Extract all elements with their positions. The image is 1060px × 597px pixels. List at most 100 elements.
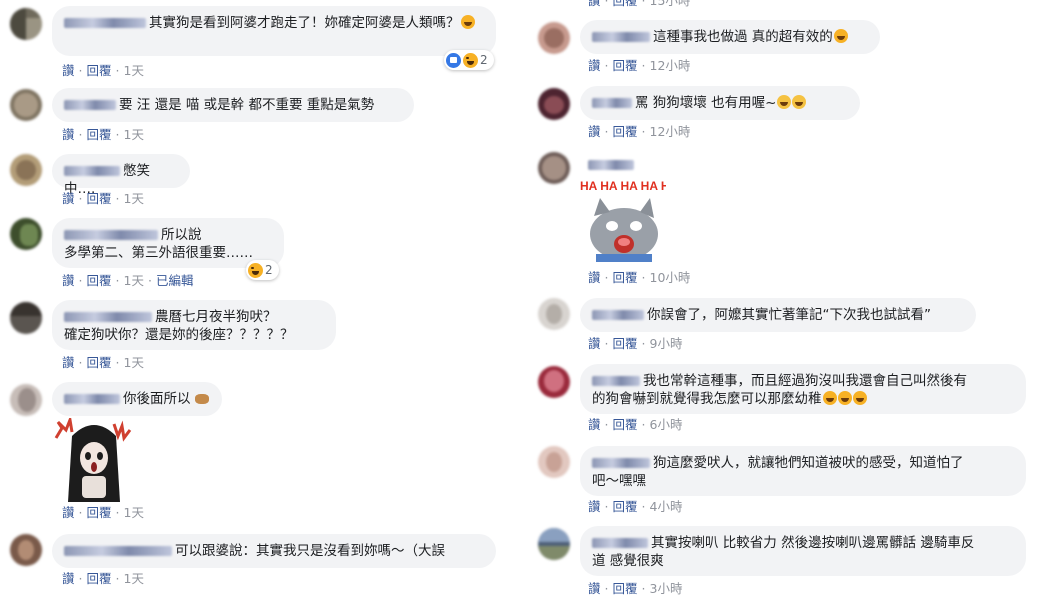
- reaction-count: 2: [265, 263, 273, 277]
- reply-link[interactable]: 回覆: [87, 355, 112, 370]
- comment-text: 可以跟婆說：其實我只是沒看到妳嗎～（大誤: [175, 543, 445, 559]
- commenter-name[interactable]: [592, 310, 644, 320]
- haha-reaction-icon: [463, 52, 478, 68]
- reaction-summary[interactable]: 2: [246, 260, 279, 280]
- like-link[interactable]: 讚: [588, 581, 601, 596]
- reply-link[interactable]: 回覆: [613, 270, 638, 285]
- edited-label[interactable]: 已編輯: [156, 273, 194, 288]
- commenter-name[interactable]: [592, 32, 650, 42]
- comment-time[interactable]: 12小時: [650, 58, 691, 73]
- avatar[interactable]: [10, 534, 42, 566]
- comment-text: 其實狗是看到阿婆才跑走了！妳確定阿婆是人類嗎？: [149, 15, 460, 31]
- like-link[interactable]: 讚: [62, 191, 75, 206]
- commenter-name[interactable]: [64, 166, 120, 176]
- comment-bubble: 農曆七月夜半狗吠？ 確定狗吠你？還是妳的後座？？？？？: [52, 300, 336, 350]
- reply-link[interactable]: 回覆: [613, 124, 638, 139]
- commenter-name[interactable]: [592, 98, 632, 108]
- avatar[interactable]: [10, 384, 42, 416]
- avatar[interactable]: [538, 88, 570, 120]
- reply-link[interactable]: 回覆: [613, 58, 638, 73]
- like-link[interactable]: 讚: [62, 63, 75, 78]
- reaction-summary[interactable]: 2: [444, 50, 494, 70]
- comment-time[interactable]: 1天: [124, 191, 144, 206]
- reply-link[interactable]: 回覆: [87, 571, 112, 586]
- comment-text: 你誤會了，阿嬤其實忙著筆記“下次我也試試看”: [647, 307, 931, 323]
- avatar[interactable]: [538, 152, 570, 184]
- reply-link[interactable]: 回覆: [613, 0, 638, 8]
- reply-link[interactable]: 回覆: [87, 505, 112, 520]
- comment-bubble: 可以跟婆說：其實我只是沒看到妳嗎～（大誤: [52, 534, 496, 568]
- avatar[interactable]: [538, 298, 570, 330]
- comment-actions: 讚 · 回覆 · 1天: [62, 63, 144, 78]
- avatar[interactable]: [10, 154, 42, 186]
- comment-time[interactable]: 9小時: [650, 336, 683, 351]
- comment-time[interactable]: 15小時: [650, 0, 691, 8]
- reply-link[interactable]: 回覆: [613, 499, 638, 514]
- reply-link[interactable]: 回覆: [87, 63, 112, 78]
- avatar[interactable]: [538, 366, 570, 398]
- avatar[interactable]: [538, 446, 570, 478]
- commenter-name[interactable]: [592, 376, 640, 386]
- commenter-name[interactable]: [64, 546, 172, 556]
- comment-bubble: 其實狗是看到阿婆才跑走了！妳確定阿婆是人類嗎？: [52, 6, 496, 56]
- commenter-name[interactable]: [64, 394, 120, 404]
- avatar[interactable]: [538, 528, 570, 560]
- commenter-name[interactable]: [588, 160, 634, 170]
- commenter-name[interactable]: [64, 18, 146, 28]
- comment-time[interactable]: 3小時: [650, 581, 683, 596]
- comment-text: 農曆七月夜半狗吠？: [155, 309, 277, 325]
- like-link[interactable]: 讚: [62, 571, 75, 586]
- avatar[interactable]: [538, 22, 570, 54]
- commenter-name[interactable]: [64, 230, 158, 240]
- like-link[interactable]: 讚: [588, 336, 601, 351]
- like-link[interactable]: 讚: [588, 270, 601, 285]
- laughing-cat-sticker[interactable]: HA HA HA HA HA HA: [576, 176, 666, 264]
- like-link[interactable]: 讚: [588, 499, 601, 514]
- like-link[interactable]: 讚: [588, 417, 601, 432]
- comment-time[interactable]: 1天: [124, 571, 144, 586]
- like-reaction-icon: [446, 52, 461, 68]
- like-link[interactable]: 讚: [588, 58, 601, 73]
- avatar[interactable]: [10, 218, 42, 250]
- comment-text-line2: 道 感覺很爽: [592, 553, 664, 569]
- avatar[interactable]: [10, 8, 42, 40]
- comment-time[interactable]: 1天: [124, 127, 144, 142]
- comment-time[interactable]: 12小時: [650, 124, 691, 139]
- commenter-name[interactable]: [64, 312, 152, 322]
- comment-actions: 讚 · 回覆 · 1天: [62, 191, 144, 206]
- reply-link[interactable]: 回覆: [87, 191, 112, 206]
- comment-time[interactable]: 6小時: [650, 417, 683, 432]
- column-divider: [521, 0, 525, 596]
- comment-time[interactable]: 1天: [124, 63, 144, 78]
- comment-actions: 讚 · 回覆 · 10小時: [588, 270, 691, 285]
- commenter-name[interactable]: [592, 458, 650, 468]
- comment-text: 要 汪 還是 喵 或是幹 都不重要 重點是氣勢: [119, 97, 375, 113]
- comment-time[interactable]: 1天: [124, 505, 144, 520]
- commenter-name[interactable]: [592, 538, 648, 548]
- like-link[interactable]: 讚: [62, 273, 75, 288]
- like-link[interactable]: 讚: [588, 124, 601, 139]
- comment-time[interactable]: 10小時: [650, 270, 691, 285]
- comment-time[interactable]: 1天: [124, 273, 144, 288]
- commenter-name[interactable]: [64, 100, 116, 110]
- reply-link[interactable]: 回覆: [87, 127, 112, 142]
- comment-time[interactable]: 1天: [124, 355, 144, 370]
- avatar[interactable]: [10, 89, 42, 121]
- comment-actions: 讚 · 回覆 · 4小時: [588, 499, 683, 514]
- reply-link[interactable]: 回覆: [613, 581, 638, 596]
- comment-time[interactable]: 4小時: [650, 499, 683, 514]
- comment-actions: 讚 · 回覆 · 9小時: [588, 336, 683, 351]
- ghost-sticker[interactable]: [52, 418, 136, 502]
- reply-link[interactable]: 回覆: [613, 336, 638, 351]
- comment-bubble: 你誤會了，阿嬤其實忙著筆記“下次我也試試看”: [580, 298, 976, 332]
- comment-bubble: 要 汪 還是 喵 或是幹 都不重要 重點是氣勢: [52, 88, 414, 122]
- comment-actions: 讚 · 回覆 · 1天: [62, 355, 144, 370]
- avatar[interactable]: [10, 302, 42, 334]
- reply-link[interactable]: 回覆: [87, 273, 112, 288]
- like-link[interactable]: 讚: [62, 505, 75, 520]
- comment-actions: 讚 · 回覆 · 1天: [62, 127, 144, 142]
- like-link[interactable]: 讚: [588, 0, 601, 8]
- like-link[interactable]: 讚: [62, 127, 75, 142]
- like-link[interactable]: 讚: [62, 355, 75, 370]
- reply-link[interactable]: 回覆: [613, 417, 638, 432]
